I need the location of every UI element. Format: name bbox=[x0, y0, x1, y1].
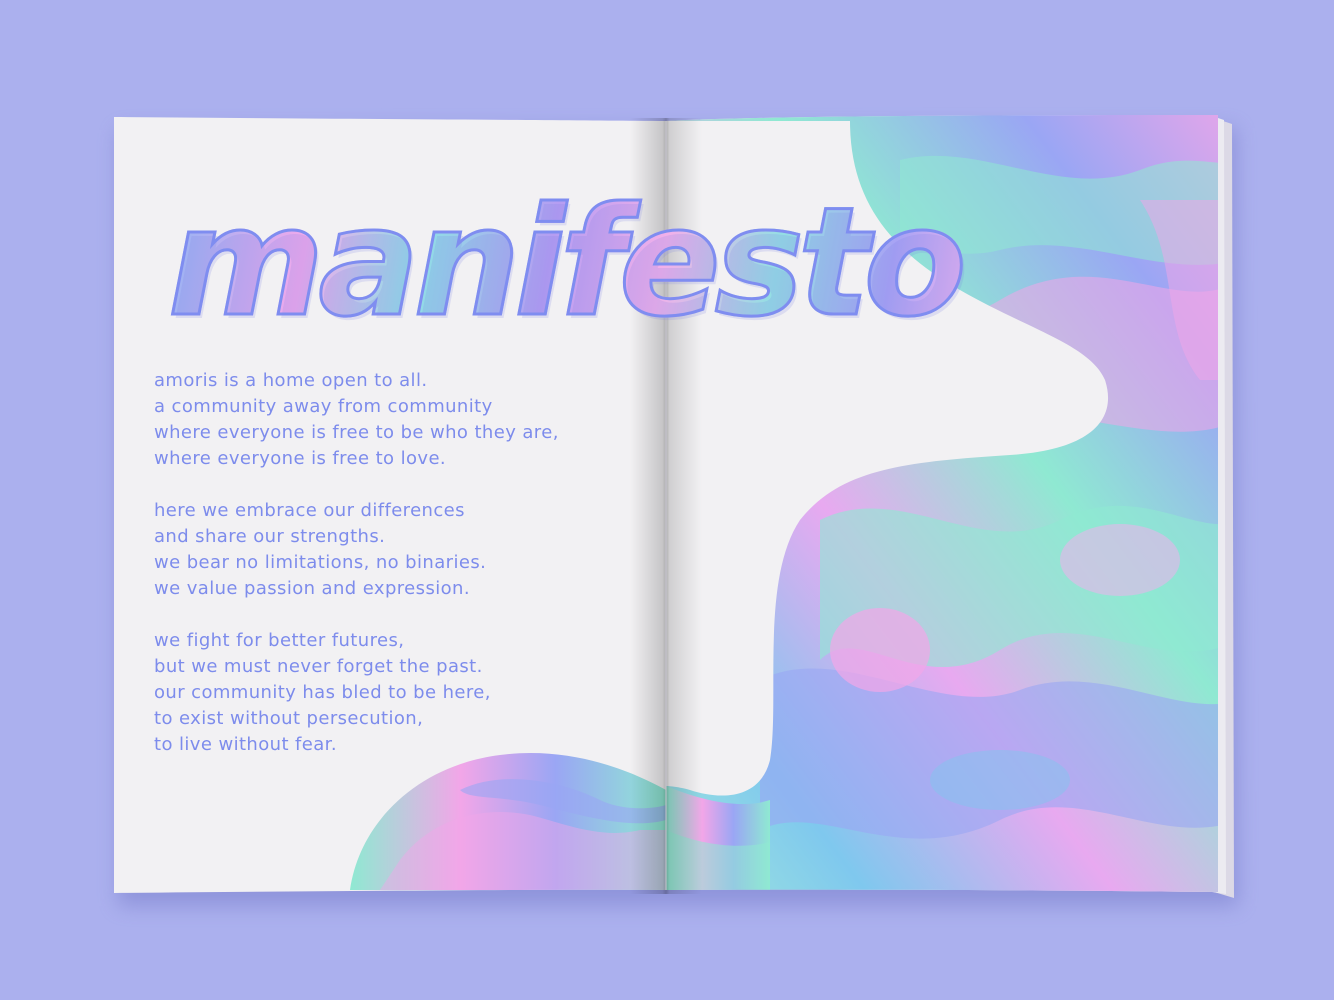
stanza-line: amoris is a home open to all. bbox=[154, 370, 428, 391]
stanza-line: here we embrace our differences bbox=[154, 500, 465, 521]
stanza-line: and share our strengths. bbox=[154, 526, 386, 547]
manifesto-body: amoris is a home open to all. a communit… bbox=[154, 368, 559, 784]
stanza-line: where everyone is free to be who they ar… bbox=[154, 422, 559, 443]
stanza-line: our community has bled to be here, bbox=[154, 682, 491, 703]
stanza-2: here we embrace our differences and shar… bbox=[154, 498, 559, 602]
magazine-spread-scene: manifesto amoris is a home open to all. … bbox=[0, 0, 1334, 1000]
stanza-line: we fight for better futures, bbox=[154, 630, 405, 651]
stanza-line: to exist without persecution, bbox=[154, 708, 424, 729]
stanza-line: we value passion and expression. bbox=[154, 578, 470, 599]
stanza-line: to live without fear. bbox=[154, 734, 337, 755]
stanza-line: we bear no limitations, no binaries. bbox=[154, 552, 487, 573]
stanza-1: amoris is a home open to all. a communit… bbox=[154, 368, 559, 472]
stanza-line: where everyone is free to love. bbox=[154, 448, 447, 469]
stanza-line: a community away from community bbox=[154, 396, 493, 417]
manifesto-title: manifesto bbox=[167, 176, 969, 350]
stanza-line: but we must never forget the past. bbox=[154, 656, 483, 677]
stanza-3: we fight for better futures, but we must… bbox=[154, 628, 559, 758]
